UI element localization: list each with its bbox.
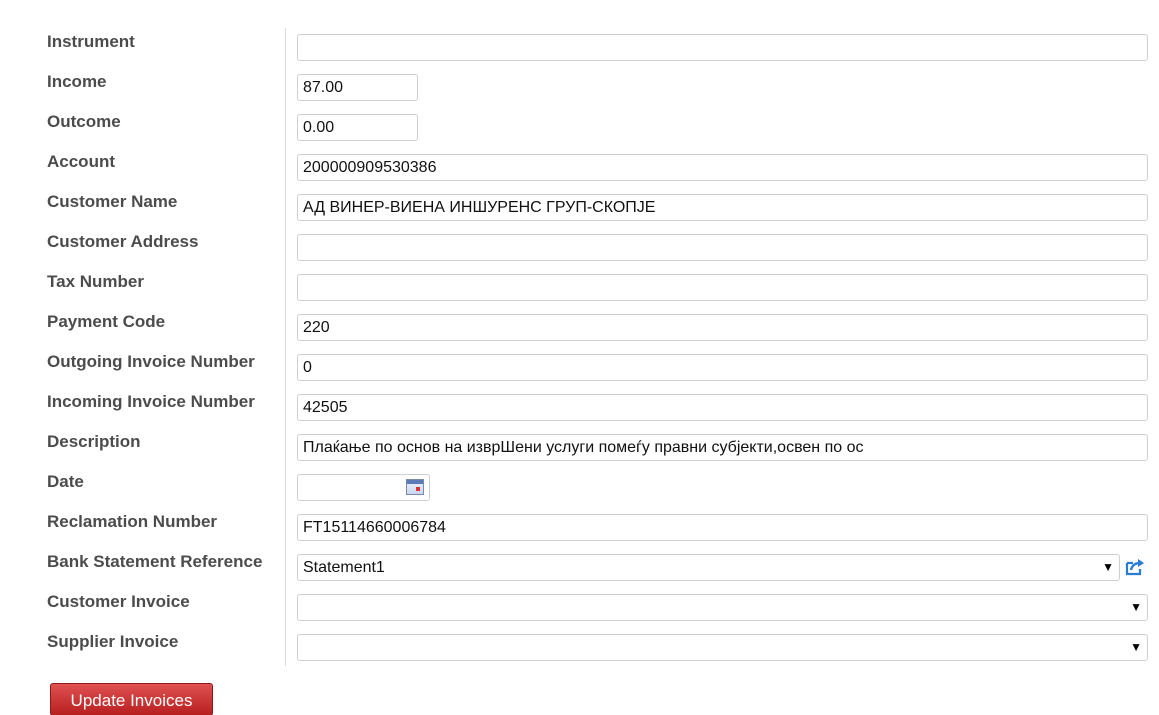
incoming-invoice-number-label: Incoming Invoice Number: [47, 392, 255, 411]
incoming-invoice-number-input[interactable]: 42505: [297, 394, 1148, 421]
calendar-icon[interactable]: [406, 479, 424, 495]
tax-number-input[interactable]: [297, 274, 1148, 301]
bank-statement-reference-label: Bank Statement Reference: [47, 552, 263, 571]
account-input[interactable]: 200000909530386: [297, 154, 1148, 181]
row-outcome: Outcome 0.00: [0, 108, 1159, 148]
row-customer-address: Customer Address: [0, 228, 1159, 268]
row-instrument: Instrument: [0, 28, 1159, 68]
row-income: Income 87.00: [0, 68, 1159, 108]
caret-down-icon[interactable]: ▼: [1130, 635, 1142, 660]
customer-address-label: Customer Address: [47, 232, 199, 251]
outcome-label: Outcome: [47, 112, 121, 131]
row-reclamation-number: Reclamation Number FT15114660006784: [0, 508, 1159, 548]
row-tax-number: Tax Number: [0, 268, 1159, 308]
outcome-input[interactable]: 0.00: [297, 114, 418, 141]
description-input[interactable]: Плаќање по основ на изврШени услуги поме…: [297, 434, 1148, 461]
instrument-label: Instrument: [47, 32, 135, 51]
supplier-invoice-label: Supplier Invoice: [47, 632, 179, 651]
reclamation-number-input[interactable]: FT15114660006784: [297, 514, 1148, 541]
row-outgoing-invoice-number: Outgoing Invoice Number 0: [0, 348, 1159, 388]
row-account: Account 200000909530386: [0, 148, 1159, 188]
supplier-invoice-select[interactable]: ▼: [297, 634, 1148, 661]
bank-statement-reference-select[interactable]: Statement1 ▼: [297, 554, 1120, 581]
customer-invoice-select[interactable]: ▼: [297, 594, 1148, 621]
income-input[interactable]: 87.00: [297, 74, 418, 101]
customer-address-input[interactable]: [297, 234, 1148, 261]
row-incoming-invoice-number: Incoming Invoice Number 42505: [0, 388, 1159, 428]
row-description: Description Плаќање по основ на изврШени…: [0, 428, 1159, 468]
date-label: Date: [47, 472, 84, 491]
customer-name-label: Customer Name: [47, 192, 178, 211]
row-customer-invoice: Customer Invoice ▼: [0, 588, 1159, 628]
row-date: Date: [0, 468, 1159, 508]
outgoing-invoice-number-input[interactable]: 0: [297, 354, 1148, 381]
customer-name-input[interactable]: АД ВИНЕР-ВИЕНА ИНШУРЕНС ГРУП-СКОПЈЕ: [297, 194, 1148, 221]
caret-down-icon[interactable]: ▼: [1102, 555, 1114, 580]
income-label: Income: [47, 72, 107, 91]
customer-invoice-label: Customer Invoice: [47, 592, 190, 611]
row-payment-code: Payment Code 220: [0, 308, 1159, 348]
update-invoices-button[interactable]: Update Invoices: [50, 683, 213, 715]
reclamation-number-label: Reclamation Number: [47, 512, 218, 531]
external-link-icon[interactable]: [1124, 557, 1146, 577]
bank-statement-reference-value: Statement1: [303, 559, 385, 576]
account-label: Account: [47, 152, 115, 171]
outgoing-invoice-number-label: Outgoing Invoice Number: [47, 352, 255, 371]
tax-number-label: Tax Number: [47, 272, 144, 291]
bank-statement-line-form: Instrument Income 87.00 Outcome 0.00 Acc…: [0, 0, 1159, 670]
instrument-input[interactable]: [297, 34, 1148, 61]
date-picker[interactable]: [297, 474, 430, 501]
description-label: Description: [47, 432, 141, 451]
row-bank-statement-reference: Bank Statement Reference Statement1 ▼: [0, 548, 1159, 588]
row-supplier-invoice: Supplier Invoice ▼: [0, 628, 1159, 668]
row-customer-name: Customer Name АД ВИНЕР-ВИЕНА ИНШУРЕНС ГР…: [0, 188, 1159, 228]
caret-down-icon[interactable]: ▼: [1130, 595, 1142, 620]
payment-code-label: Payment Code: [47, 312, 166, 331]
payment-code-input[interactable]: 220: [297, 314, 1148, 341]
